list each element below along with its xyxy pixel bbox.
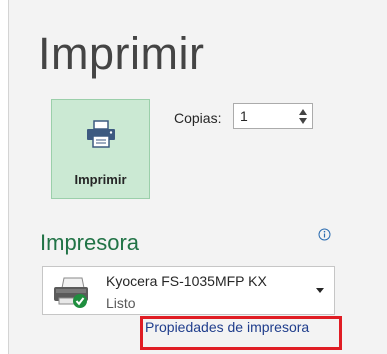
copies-label: Copias: (174, 110, 222, 126)
printer-section-title: Impresora (40, 230, 140, 255)
backstage-edge (0, 0, 8, 354)
printer-dropdown[interactable]: Kyocera FS-1035MFP KX Listo (42, 266, 335, 315)
print-button[interactable]: Imprimir (51, 99, 150, 199)
page-title: Imprimir (38, 28, 205, 79)
printer-status: Listo (106, 295, 136, 311)
printer-ready-icon (54, 277, 88, 308)
chevron-down-icon (316, 288, 324, 293)
copies-stepper[interactable] (233, 103, 313, 129)
printer-name: Kyocera FS-1035MFP KX (106, 273, 267, 289)
spin-down-icon[interactable] (298, 117, 308, 125)
printer-icon (87, 120, 115, 148)
backstage-divider (8, 0, 9, 354)
info-icon[interactable] (318, 228, 331, 241)
print-button-label: Imprimir (74, 172, 127, 187)
copies-input[interactable] (240, 107, 290, 125)
printer-properties-link[interactable]: Propiedades de impresora (145, 318, 309, 336)
spin-up-icon[interactable] (298, 108, 308, 116)
